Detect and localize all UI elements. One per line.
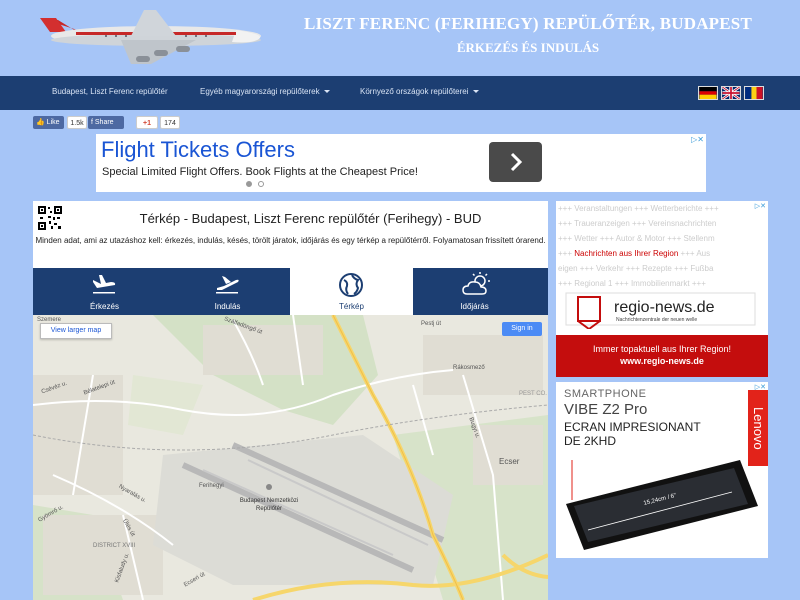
map-label: Szemere xyxy=(37,317,62,323)
ad-line-1: SMARTPHONE xyxy=(564,388,647,400)
ad-line-4-text: DE 2KHD xyxy=(564,434,617,448)
lenovo-logo: Lenovo xyxy=(748,390,768,466)
tab-label: Időjárás xyxy=(460,302,489,311)
ad-ticker-line: eigen +++ Verkehr +++ Rezepte +++ Fußba xyxy=(558,264,714,273)
gplus-count: 174 xyxy=(160,116,180,129)
nav-label: Budapest, Liszt Ferenc repülőtér xyxy=(52,87,168,96)
ad-title[interactable]: Flight Tickets Offers xyxy=(101,137,295,163)
map-sign-in-button[interactable]: Sign in xyxy=(502,322,542,336)
tab-arrivals[interactable]: Érkezés xyxy=(43,268,166,315)
airport-name: Budapest Nemzetközi Repülőtér xyxy=(239,498,299,512)
top-navbar: Budapest, Liszt Ferenc repülőtér Egyéb m… xyxy=(0,76,800,110)
ad-ticker-line: +++ Traueranzeigen +++ Vereinsnachrichte… xyxy=(558,219,717,228)
chevron-right-icon xyxy=(510,152,523,172)
arrival-plane-icon xyxy=(93,275,116,294)
ad-footer-url: www.regio-news.de xyxy=(620,356,704,366)
facebook-share-button[interactable]: f Share xyxy=(88,116,124,129)
like-count: 1.5k xyxy=(67,116,87,129)
ad-close-icon[interactable]: ▷✕ xyxy=(755,383,766,391)
ad-line-3-text: ECRAN IMPRESIONANT xyxy=(564,420,701,434)
carousel-dot-active[interactable] xyxy=(246,181,252,187)
page-title: LISZT FERENC (FERIHEGY) REPÜLŐTÉR, BUDAP… xyxy=(303,14,752,33)
nav-item-budapest[interactable]: Budapest, Liszt Ferenc repülőtér xyxy=(52,87,168,96)
nav-item-hungarian-airports[interactable]: Egyéb magyarországi repülőterek xyxy=(200,87,330,96)
map-label: DISTRICT XVIII xyxy=(93,543,136,549)
panel-description: Minden adat, ami az utazáshoz kell: érke… xyxy=(35,236,546,245)
german-flag-icon[interactable] xyxy=(698,86,718,100)
ad-highlight: Nachrichten aus Ihrer Region xyxy=(574,249,679,258)
tab-label: Térkép xyxy=(339,302,364,311)
site-title: LISZT FERENC (FERIHEGY) REPÜLŐTÉR, BUDAP… xyxy=(278,14,778,56)
ad-close-icon[interactable]: ▷✕ xyxy=(691,135,704,144)
ad-banner[interactable]: Flight Tickets Offers Special Limited Fl… xyxy=(96,134,706,192)
airport-map-label: Budapest Nemzetközi Repülőtér xyxy=(239,497,299,513)
globe-icon xyxy=(339,273,363,297)
ad-line-2: VIBE Z2 Pro xyxy=(564,401,648,418)
ad-brand-sub: Nachrichtenzentrale der neuen welle xyxy=(616,317,698,323)
panel-title: Térkép - Budapest, Liszt Ferenc repülőté… xyxy=(139,211,482,226)
map-label: Pestj út xyxy=(421,321,442,327)
share-label: Share xyxy=(94,119,114,126)
nav-label: Környező országok repülőterei xyxy=(360,87,469,96)
ad-brand: regio-news.de xyxy=(614,299,715,316)
lenovo-ad[interactable]: SMARTPHONE VIBE Z2 Pro ECRAN IMPRESIONAN… xyxy=(556,382,768,558)
tab-departures[interactable]: Indulás xyxy=(166,268,289,315)
page-subtitle: ÉRKEZÉS ÉS INDULÁS xyxy=(456,40,600,55)
facebook-like-button[interactable]: 👍 Like xyxy=(33,116,64,129)
ad-close-icon[interactable]: ▷✕ xyxy=(755,202,766,210)
caret-down-icon xyxy=(323,90,330,94)
ad-ticker-line: +++ Veranstaltungen +++ Wetterberichte +… xyxy=(558,204,719,213)
main-panel: Térkép - Budapest, Liszt Ferenc repülőté… xyxy=(33,201,548,600)
map-label: Ferihegyi xyxy=(199,483,224,489)
tab-label: Indulás xyxy=(214,302,241,311)
nav-item-neighbour-airports[interactable]: Környező országok repülőterei xyxy=(360,87,479,96)
weather-icon xyxy=(462,272,490,295)
airplane-logo xyxy=(40,10,261,64)
tab-bar: Érkezés Indulás Térkép Időjárás xyxy=(33,268,548,315)
departure-plane-icon xyxy=(216,276,239,294)
map-canvas[interactable] xyxy=(33,315,548,600)
ad-line-3: ECRAN IMPRESIONANT DE 2KHD xyxy=(564,420,701,448)
google-plus-button[interactable]: +1 xyxy=(136,116,158,129)
like-label: Like xyxy=(46,119,60,126)
romanian-flag-icon[interactable] xyxy=(744,86,764,100)
airport-map[interactable]: View larger map Sign in Szemere Szálfadö… xyxy=(33,315,548,600)
view-larger-map-link[interactable]: View larger map xyxy=(40,323,112,339)
uk-flag-icon[interactable] xyxy=(721,86,741,100)
qr-code-icon xyxy=(37,205,63,231)
page-header: LISZT FERENC (FERIHEGY) REPÜLŐTÉR, BUDAP… xyxy=(0,0,800,76)
tab-weather[interactable]: Időjárás xyxy=(413,268,536,315)
ad-footer-text: Immer topaktuell aus Ihrer Region! xyxy=(592,344,732,354)
ad-footer[interactable]: Immer topaktuell aus Ihrer Region! www.r… xyxy=(556,335,768,377)
ad-subtitle: Special Limited Flight Offers. Book Flig… xyxy=(102,166,418,178)
ad-ticker-line: +++ Nachrichten aus Ihrer Region +++ Aus xyxy=(558,249,711,258)
ad-ticker-line: +++ Wetter +++ Autor & Motor +++ Stellen… xyxy=(558,234,715,243)
smartphone-image: 15,24cm / 6" xyxy=(566,460,758,550)
regio-news-ad[interactable]: ▷✕ +++ Veranstaltungen +++ Wetterbericht… xyxy=(556,201,768,377)
map-label: Ecser xyxy=(499,457,520,466)
tab-label: Érkezés xyxy=(90,302,119,311)
map-label: Rákosmező xyxy=(453,365,485,371)
map-label: PEST CO. xyxy=(519,391,547,397)
ad-next-button[interactable] xyxy=(489,142,542,182)
tab-map[interactable]: Térkép xyxy=(290,268,413,315)
caret-down-icon xyxy=(472,90,479,94)
nav-label: Egyéb magyarországi repülőterek xyxy=(200,87,320,96)
carousel-dot[interactable] xyxy=(258,181,264,187)
